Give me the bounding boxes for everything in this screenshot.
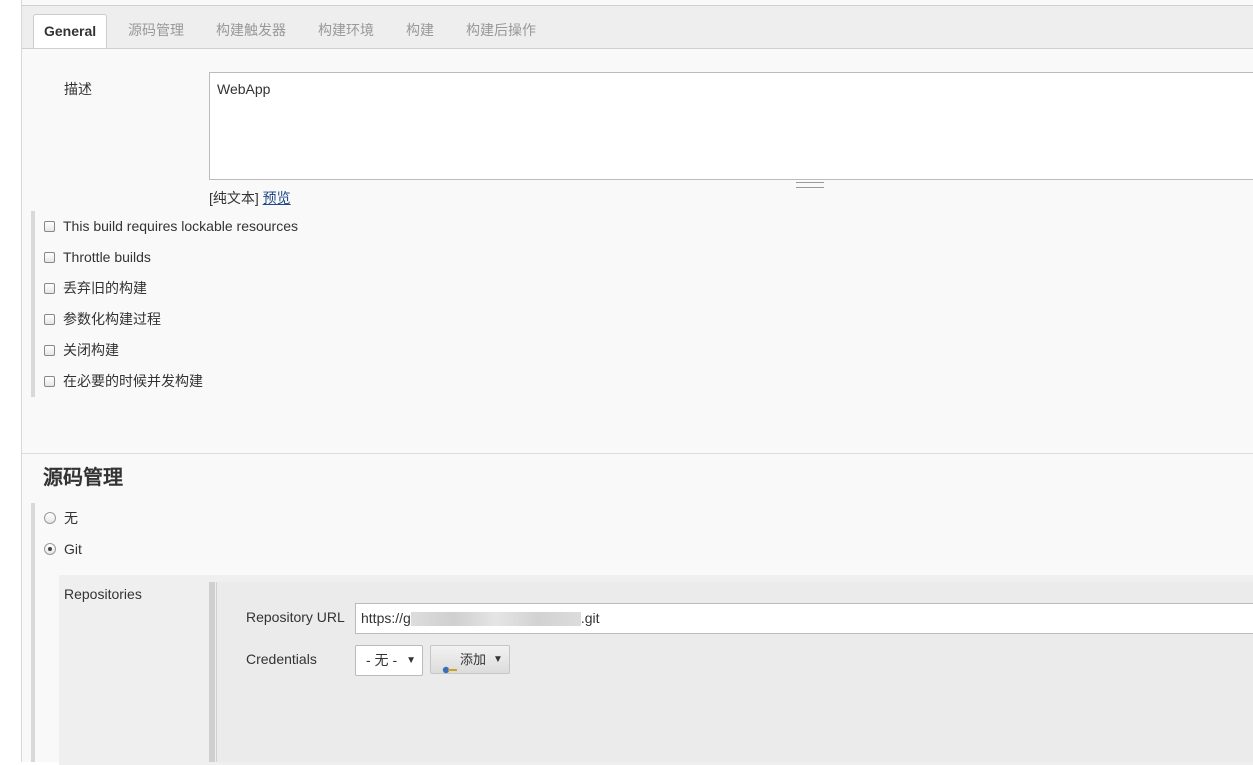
tab-build[interactable]: 构建: [406, 14, 434, 47]
redacted-url-segment: [410, 612, 581, 627]
repo-url-suffix: .git: [580, 610, 600, 626]
description-label: 描述: [64, 81, 92, 97]
checkbox[interactable]: [44, 220, 55, 232]
option-throttle-builds[interactable]: Throttle builds: [44, 247, 151, 267]
dropdown-arrow-icon: ▼: [406, 655, 416, 666]
option-label: 关闭构建: [63, 342, 119, 358]
repository-url-label: Repository URL: [246, 609, 345, 625]
add-credentials-button[interactable]: 添加 ▼: [430, 645, 510, 674]
key-icon: [442, 656, 458, 683]
config-tabbar: General 源码管理 构建触发器 构建环境 构建 构建后操作: [22, 5, 1253, 49]
radio-button[interactable]: [44, 512, 56, 524]
option-label: 参数化构建过程: [63, 311, 161, 327]
option-label: This build requires lockable resources: [63, 218, 298, 234]
plain-text-label: [纯文本]: [209, 190, 259, 206]
option-parameterized-build[interactable]: 参数化构建过程: [44, 309, 161, 329]
checkbox[interactable]: [44, 344, 55, 356]
section-divider: [22, 453, 1253, 454]
option-label: 在必要的时候并发构建: [63, 373, 203, 389]
repository-accent-bar: [209, 582, 215, 762]
radio-button[interactable]: [44, 543, 56, 555]
description-format-links: [纯文本] 预览: [209, 188, 291, 208]
option-concurrent-builds[interactable]: 在必要的时候并发构建: [44, 371, 203, 391]
description-textarea[interactable]: WebApp: [209, 72, 1253, 180]
scm-git-label: Git: [64, 541, 82, 557]
checkbox[interactable]: [44, 313, 55, 325]
repo-url-prefix: https://g: [361, 610, 411, 626]
option-label: Throttle builds: [63, 249, 151, 265]
textarea-resize-handle[interactable]: [796, 182, 824, 188]
tab-build-environment[interactable]: 构建环境: [318, 14, 374, 47]
option-disable-build[interactable]: 关闭构建: [44, 340, 119, 360]
add-button-label: 添加: [460, 652, 487, 667]
credentials-select[interactable]: - 无 - ▼: [355, 645, 423, 676]
credentials-label: Credentials: [246, 651, 317, 667]
checkbox[interactable]: [44, 375, 55, 387]
option-label: 丢弃旧的构建: [63, 280, 147, 296]
option-lockable-resources[interactable]: This build requires lockable resources: [44, 216, 298, 236]
options-accent-bar: [31, 211, 35, 397]
caret-down-icon: ▼: [493, 654, 503, 665]
scm-section-title: 源码管理: [43, 467, 123, 489]
checkbox[interactable]: [44, 282, 55, 294]
option-discard-old-builds[interactable]: 丢弃旧的构建: [44, 278, 147, 298]
repositories-label: Repositories: [64, 586, 142, 602]
tab-scm[interactable]: 源码管理: [128, 14, 184, 47]
scm-accent-bar: [31, 503, 35, 762]
scm-option-none[interactable]: 无: [44, 508, 78, 528]
config-page: General 源码管理 构建触发器 构建环境 构建 构建后操作 描述 WebA…: [21, 0, 1253, 765]
tab-post-build[interactable]: 构建后操作: [466, 14, 536, 47]
scm-option-git[interactable]: Git: [44, 539, 82, 559]
repository-url-input[interactable]: https://g .git: [355, 603, 1253, 634]
credentials-value: - 无 -: [366, 652, 398, 668]
preview-link[interactable]: 预览: [263, 190, 291, 206]
checkbox[interactable]: [44, 251, 55, 263]
tab-build-triggers[interactable]: 构建触发器: [216, 14, 286, 47]
tab-general[interactable]: General: [33, 14, 108, 48]
scm-none-label: 无: [64, 510, 78, 526]
